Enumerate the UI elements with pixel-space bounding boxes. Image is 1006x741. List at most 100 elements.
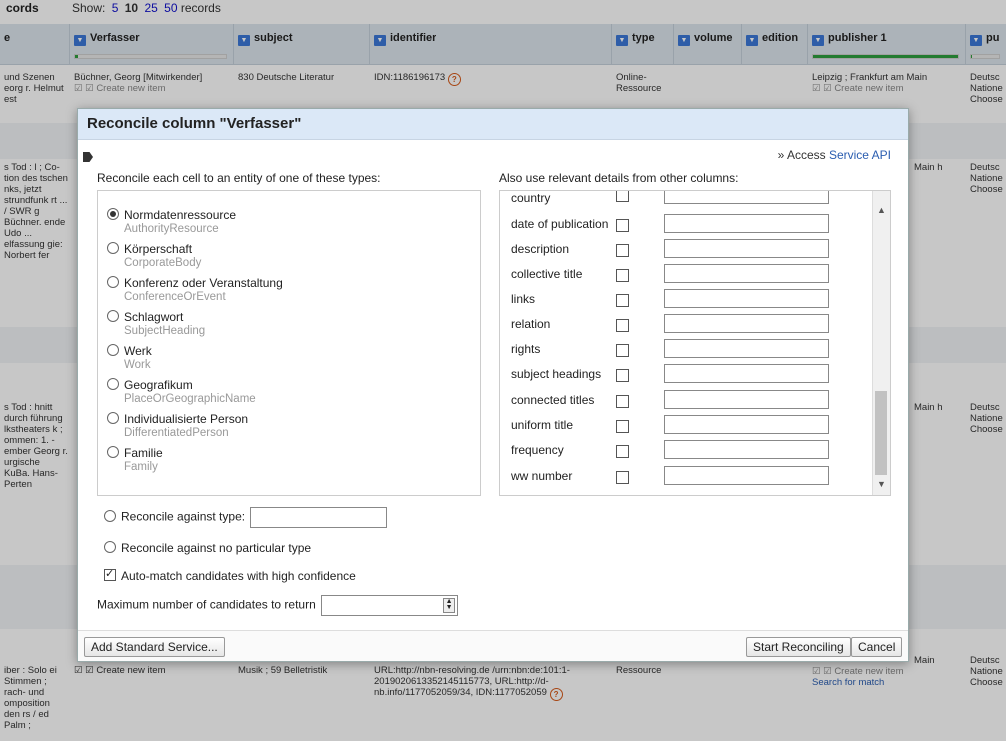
property-input[interactable] [664,466,829,485]
radio[interactable] [107,378,119,390]
radio[interactable] [107,242,119,254]
include-checkbox[interactable] [616,219,629,232]
detail-controls [616,191,866,207]
property-input[interactable] [664,264,829,283]
column-detail-label: connected titles [511,393,595,407]
radio[interactable] [107,276,119,288]
option-label: Reconcile against no particular type [121,541,312,555]
service-api-link[interactable]: Service API [829,148,891,162]
radio[interactable] [107,310,119,322]
column-detail-row: subject headings [511,367,601,387]
column-detail-label: uniform title [511,418,574,432]
include-checkbox[interactable] [616,369,629,382]
column-detail-label: date of publication [511,217,609,231]
column-detail-label: frequency [511,443,564,457]
vertical-scrollbar[interactable]: ▲ ▼ [872,191,890,495]
reconcile-no-type-option[interactable]: Reconcile against no particular type [104,541,311,555]
max-candidates-input[interactable]: ▲ ▼ [321,595,459,616]
radio[interactable] [107,344,119,356]
column-detail-label: relation [511,317,551,331]
service-toggle-icon[interactable] [83,152,93,162]
include-checkbox[interactable] [616,420,629,433]
property-input[interactable] [664,314,829,333]
include-checkbox[interactable] [616,191,629,202]
column-detail-label: country [511,191,551,205]
property-input[interactable] [664,214,829,233]
type-option[interactable]: Werk Work [107,344,152,371]
dialog-title: Reconcile column "Verfasser" [78,109,908,140]
property-input[interactable] [664,191,829,204]
column-detail-row: date of publication [511,217,608,237]
reconcile-dialog: Reconcile column "Verfasser" » Access Se… [77,108,909,662]
start-reconciling-button[interactable]: Start Reconciling [746,637,851,657]
scroll-thumb[interactable] [875,391,887,475]
reconcile-against-type-option[interactable]: Reconcile against type: [104,507,388,528]
column-detail-row: uniform title [511,418,573,438]
column-detail-row: connected titles [511,393,594,413]
detail-controls [616,314,866,337]
property-input[interactable] [664,440,829,459]
option-label: Auto-match candidates with high confiden… [121,569,356,583]
add-standard-service-button[interactable]: Add Standard Service... [84,637,225,657]
type-option[interactable]: Individualisierte Person DifferentiatedPe… [107,412,248,439]
type-option[interactable]: Normdatenressource AuthorityResource [107,208,236,235]
type-option[interactable]: Körperschaft CorporateBody [107,242,201,269]
property-input[interactable] [664,339,829,358]
column-detail-label: rights [511,342,541,356]
access-service-api: » Access Service API [778,148,891,162]
column-detail-row: collective title [511,267,582,287]
columns-label: Also use relevant details from other col… [499,171,739,185]
property-input[interactable] [664,415,829,434]
include-checkbox[interactable] [616,244,629,257]
column-detail-label: subject headings [511,367,602,381]
column-detail-row: ww number [511,469,572,489]
detail-controls [616,415,866,438]
column-detail-row: description [511,242,569,262]
radio[interactable] [104,509,116,522]
type-option[interactable]: Geografikum PlaceOrGeographicName [107,378,256,405]
access-prefix: » Access [777,148,826,162]
auto-match-option[interactable]: Auto-match candidates with high confiden… [104,567,356,583]
column-detail-label: description [511,242,570,256]
column-detail-row: links [511,292,535,312]
detail-controls [616,440,866,463]
column-detail-row: country [511,191,550,211]
max-candidates-row: Maximum number of candidates to return ▲… [97,595,459,616]
column-detail-row: relation [511,317,550,337]
include-checkbox[interactable] [616,471,629,484]
type-option[interactable]: Familie Family [107,446,163,473]
property-input[interactable] [664,364,829,383]
property-input[interactable] [664,390,829,409]
detail-controls [616,264,866,287]
scroll-up-icon[interactable]: ▲ [877,205,886,215]
dialog-footer: Add Standard Service... Start Reconcilin… [78,630,908,661]
column-detail-row: frequency [511,443,564,463]
include-checkbox[interactable] [616,445,629,458]
property-input[interactable] [664,289,829,308]
cancel-button[interactable]: Cancel [851,637,903,657]
scroll-down-icon[interactable]: ▼ [877,479,886,489]
type-option[interactable]: Schlagwort SubjectHeading [107,310,205,337]
include-checkbox[interactable] [616,319,629,332]
detail-controls [616,214,866,237]
detail-controls [616,466,866,489]
radio[interactable] [107,446,119,458]
include-checkbox[interactable] [616,344,629,357]
max-candidates-label: Maximum number of candidates to return [97,597,316,612]
detail-controls [616,289,866,312]
include-checkbox[interactable] [616,294,629,307]
radio[interactable] [107,412,119,424]
include-checkbox[interactable] [616,395,629,408]
type-input[interactable] [250,507,388,528]
radio[interactable] [104,541,116,553]
types-label: Reconcile each cell to an entity of one … [97,171,381,185]
detail-controls [616,390,866,413]
include-checkbox[interactable] [616,269,629,282]
type-option[interactable]: Konferenz oder Veranstaltung ConferenceOr… [107,276,283,303]
column-detail-label: collective title [511,267,583,281]
type-list: Normdatenressource AuthorityResource Körp… [97,190,481,496]
radio-selected[interactable] [107,208,119,220]
property-input[interactable] [664,239,829,258]
stepper-icon[interactable]: ▲ ▼ [443,598,456,613]
auto-match-checkbox[interactable] [104,567,116,581]
